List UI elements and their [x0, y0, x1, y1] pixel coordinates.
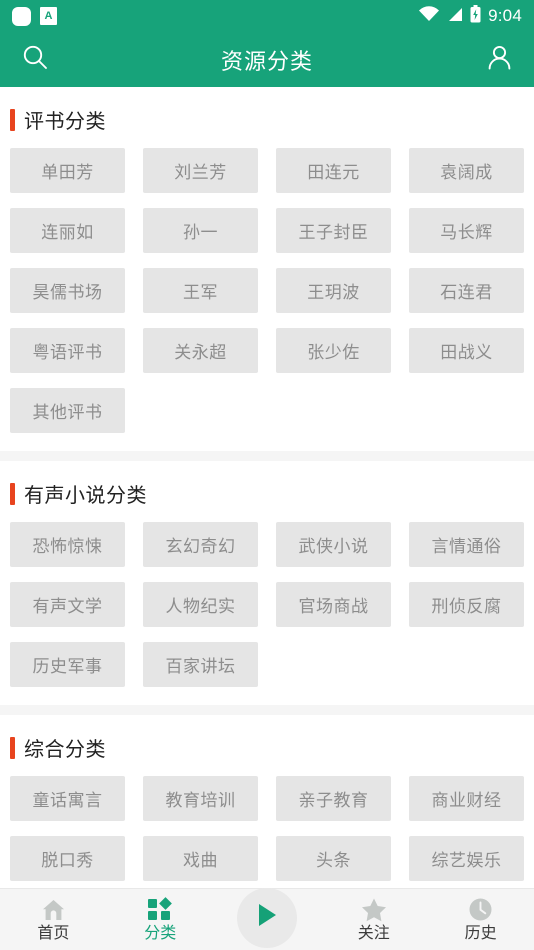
nav-label-category: 分类 [144, 924, 177, 942]
battery-charging-icon [470, 4, 481, 28]
category-chip[interactable]: 袁阔成 [409, 148, 524, 193]
category-chip[interactable]: 单田芳 [10, 148, 125, 193]
nav-label-home: 首页 [37, 924, 70, 942]
category-chip[interactable]: 言情通俗 [409, 522, 524, 567]
category-chip[interactable]: 昊儒书场 [10, 268, 125, 313]
category-chip[interactable]: 头条 [276, 836, 391, 881]
accent-bar-icon [10, 736, 15, 759]
category-chip[interactable]: 刘兰芳 [143, 148, 258, 193]
clock-time: 9:04 [488, 6, 522, 25]
search-button[interactable] [18, 43, 52, 77]
section-header: 有声小说分类 [0, 461, 534, 522]
category-chip-grid: 恐怖惊悚 玄幻奇幻 武侠小说 言情通俗有声文学 人物纪实 官场商战 刑侦反腐历史军事 百家讲坛 [0, 522, 534, 703]
category-chip[interactable]: 百家讲坛 [143, 642, 258, 687]
section-divider [0, 705, 534, 715]
category-chip[interactable]: 武侠小说 [276, 522, 391, 567]
clock-icon [468, 898, 493, 922]
home-icon [41, 898, 66, 922]
section-header: 评书分类 [0, 87, 534, 148]
category-chip[interactable]: 恐怖惊悚 [10, 522, 125, 567]
nav-label-history: 历史 [464, 924, 497, 942]
grid-icon [148, 896, 173, 922]
category-chip[interactable]: 综艺娱乐 [409, 836, 524, 881]
category-chip[interactable]: 田连元 [276, 148, 391, 193]
status-bar: A 9:04 [0, 0, 534, 32]
nav-item-follow[interactable]: 关注 [320, 889, 427, 950]
category-chip[interactable]: 马长辉 [409, 208, 524, 253]
category-chip[interactable]: 连丽如 [10, 208, 125, 253]
category-chip[interactable]: 田战义 [409, 328, 524, 373]
category-chip-grid: 单田芳 刘兰芳 田连元 袁阔成连丽如 孙一 王子封臣 马长辉昊儒书场 王军 王玥波 石连君粤语评书… [0, 148, 534, 449]
section-title: 有声小说分类 [24, 485, 147, 507]
search-icon [22, 44, 49, 76]
category-chip[interactable]: 戏曲 [143, 836, 258, 881]
category-chip[interactable]: 商业财经 [409, 776, 524, 821]
category-chip[interactable]: 玄幻奇幻 [143, 522, 258, 567]
signal-icon [446, 6, 463, 27]
section-header: 综合分类 [0, 715, 534, 776]
play-icon [255, 902, 279, 933]
category-chip[interactable]: 孙一 [143, 208, 258, 253]
category-chip[interactable]: 历史军事 [10, 642, 125, 687]
status-bar-left: A [12, 6, 57, 26]
notification-badge-icon: A [40, 7, 57, 25]
category-chip[interactable]: 张少佐 [276, 328, 391, 373]
nav-item-home[interactable]: 首页 [0, 889, 107, 950]
category-section: 评书分类单田芳 刘兰芳 田连元 袁阔成连丽如 孙一 王子封臣 马长辉昊儒书场 王军 王玥波 石连君… [0, 87, 534, 451]
section-title: 综合分类 [24, 739, 106, 761]
category-list[interactable]: 评书分类单田芳 刘兰芳 田连元 袁阔成连丽如 孙一 王子封臣 马长辉昊儒书场 王军 王玥波 石连君… [0, 87, 534, 950]
category-section: 有声小说分类恐怖惊悚 玄幻奇幻 武侠小说 言情通俗有声文学 人物纪实 官场商战 刑侦反腐历史… [0, 461, 534, 705]
page-title: 资源分类 [220, 48, 313, 74]
category-chip[interactable]: 脱口秀 [10, 836, 125, 881]
play-button-wrap [214, 887, 321, 950]
wifi-icon [419, 5, 440, 27]
category-chip[interactable]: 关永超 [143, 328, 258, 373]
accent-bar-icon [10, 108, 15, 131]
category-chip[interactable]: 王玥波 [276, 268, 391, 313]
section-title: 评书分类 [24, 111, 106, 133]
category-chip[interactable]: 其他评书 [10, 388, 125, 433]
nav-label-follow: 关注 [357, 924, 390, 942]
category-chip[interactable]: 人物纪实 [143, 582, 258, 627]
nav-item-history[interactable]: 历史 [427, 889, 534, 950]
star-icon [361, 898, 387, 922]
category-chip[interactable]: 亲子教育 [276, 776, 391, 821]
section-divider [0, 451, 534, 461]
category-chip[interactable]: 刑侦反腐 [409, 582, 524, 627]
bottom-navigation: 首页 分类 关注 历史 [0, 887, 534, 950]
accent-bar-icon [10, 482, 15, 505]
category-chip[interactable]: 王子封臣 [276, 208, 391, 253]
app-icon [12, 6, 31, 26]
profile-button[interactable] [482, 43, 516, 77]
category-chip[interactable]: 石连君 [409, 268, 524, 313]
category-chip[interactable]: 王军 [143, 268, 258, 313]
person-icon [486, 44, 513, 76]
category-chip[interactable]: 教育培训 [143, 776, 258, 821]
category-chip[interactable]: 有声文学 [10, 582, 125, 627]
nav-item-category[interactable]: 分类 [107, 889, 214, 950]
category-chip[interactable]: 粤语评书 [10, 328, 125, 373]
status-bar-right: 9:04 [419, 4, 522, 28]
screen: A 9:04 资源分类 评书分类 单田芳 刘兰芳 田连元 袁阔成 连丽如 孙一 … [0, 0, 534, 950]
category-chip[interactable]: 官场商战 [276, 582, 391, 627]
app-bar: 资源分类 [0, 32, 534, 87]
play-button[interactable] [236, 887, 297, 948]
category-chip[interactable]: 童话寓言 [10, 776, 125, 821]
